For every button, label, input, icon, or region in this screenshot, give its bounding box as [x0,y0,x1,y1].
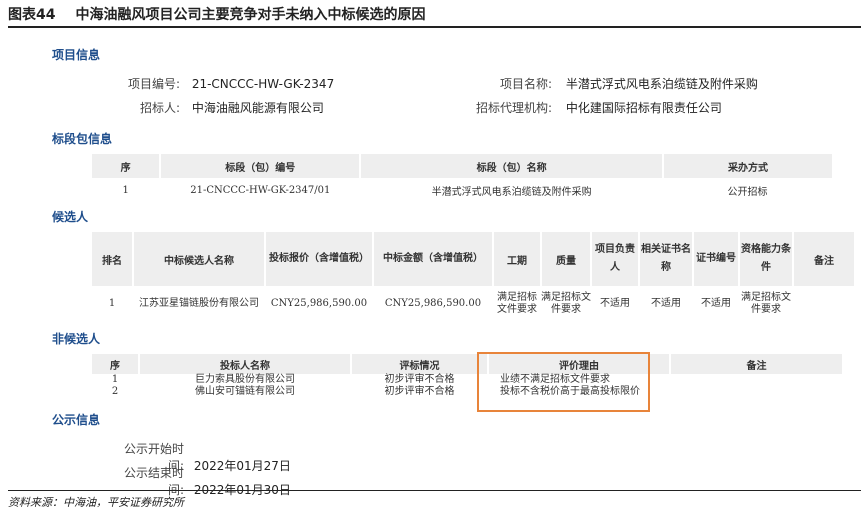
section-non-candidates: 非候选人 [52,332,101,346]
section-lot-info: 标段包信息 [52,132,113,146]
non-header-evaluation: 评标情况 [350,354,488,374]
cand-header-manager: 项目负责人 [590,232,639,286]
project-number-label: 项目编号: [127,77,180,91]
cand-header-name: 中标候选人名称 [132,232,265,286]
project-name-value: 半潜式浮式风电系泊缆链及附件采购 [565,77,758,91]
non-cell-index: 1 [111,374,119,385]
non-cell-index: 2 [111,386,119,397]
non-cell-remark [670,374,842,386]
cand-header-cert-no: 证书编号 [692,232,739,286]
cand-cell-manager: 不适用 [600,298,630,309]
non-header-index: 序 [90,354,139,374]
non-cell-bidder: 巨力索具股份有限公司 [195,374,295,385]
agency-value: 中化建国际招标有限责任公司 [565,101,722,115]
lot-cell-name: 半潜式浮式风电系泊缆链及附件采购 [431,186,592,198]
table-row: 1 21-CNCCC-HW-GK-2347/01 半潜式浮式风电系泊缆链及附件采… [91,178,832,202]
cand-cell-remark [793,286,854,322]
lot-table: 序 标段（包）编号 标段（包）名称 采办方式 1 21-CNCCC-HW-GK-… [89,154,832,202]
lot-cell-code: 21-CNCCC-HW-GK-2347/01 [190,184,331,196]
cand-cell-qualification: 满足招标文件要求 [741,292,791,315]
cand-header-remark: 备注 [792,232,854,286]
non-header-remark: 备注 [669,354,842,374]
lot-cell-method: 公开招标 [727,186,768,198]
lot-cell-index: 1 [122,184,129,196]
cand-cell-name: 江苏亚星锚链股份有限公司 [139,298,259,309]
cand-header-period: 工期 [492,232,541,286]
cand-cell-cert-name: 不适用 [651,298,681,309]
non-cell-evaluation: 初步评审不合格 [384,374,455,385]
project-name-row: 项目名称: 半潜式浮式风电系泊缆链及附件采购 [470,75,758,92]
project-name-label: 项目名称: [499,77,552,91]
table-row: 2 佛山安可锚链有限公司 初步评审不合格 投标不含税价高于最高投标限价 [91,386,842,398]
source-note: 资料来源：中海油，平安证券研究所 [8,490,861,510]
lot-header-index: 序 [89,154,161,178]
non-header-bidder: 投标人名称 [138,354,351,374]
non-cell-evaluation: 初步评审不合格 [384,386,455,397]
table-row: 1 江苏亚星锚链股份有限公司 CNY25,986,590.00 CNY25,98… [91,286,854,322]
section-candidates: 候选人 [52,210,89,224]
cand-cell-period: 满足招标文件要求 [497,292,537,315]
agency-row: 招标代理机构: 中化建国际招标有限责任公司 [470,99,722,116]
agency-label: 招标代理机构: [475,101,552,115]
tenderer-value: 中海油融风能源有限公司 [191,101,324,115]
lot-header-code: 标段（包）编号 [159,154,361,178]
table-row: 1 巨力索具股份有限公司 初步评审不合格 业绩不满足招标文件要求 [91,374,842,386]
cand-cell-bid: CNY25,986,590.00 [270,298,368,309]
non-cell-remark [670,386,842,398]
cand-header-bid: 投标报价（含增值税） [264,232,373,286]
project-number-value: 21-CNCCC-HW-GK-2347 [191,77,335,91]
cand-header-rank: 排名 [90,232,133,286]
section-publicity: 公示信息 [52,413,101,427]
lot-header-method: 采办方式 [661,154,832,178]
figure-title: 图表44 中海油融风项目公司主要竞争对手未纳入中标候选的原因 [8,4,861,28]
candidates-table: 排名 中标候选人名称 投标报价（含增值税） 中标金额（含增值税） 工期 质量 项… [90,232,854,322]
cand-header-quality: 质量 [540,232,591,286]
non-cell-bidder: 佛山安可锚链有限公司 [195,386,295,397]
cand-cell-cert-no: 不适用 [701,298,731,309]
cand-header-award: 中标金额（含增值税） [372,232,493,286]
cand-cell-quality: 满足招标文件要求 [541,292,591,315]
lot-header-name: 标段（包）名称 [359,154,663,178]
cand-header-cert-name: 相关证书名称 [638,232,693,286]
project-number-row: 项目编号: 21-CNCCC-HW-GK-2347 [110,75,334,92]
non-candidates-table: 序 投标人名称 评标情况 评价理由 备注 1 巨力索具股份有限公司 初步评审不合… [90,354,842,398]
figure-number: 图表44 [8,7,56,23]
reason-highlight-box [477,352,650,412]
tenderer-label: 招标人: [139,101,180,115]
cand-cell-rank: 1 [108,298,116,309]
section-project-info: 项目信息 [52,48,101,62]
figure-title-text: 中海油融风项目公司主要竞争对手未纳入中标候选的原因 [75,7,426,23]
tenderer-row: 招标人: 中海油融风能源有限公司 [110,99,324,116]
cand-cell-award: CNY25,986,590.00 [384,298,482,309]
cand-header-qualification: 资格能力条件 [738,232,793,286]
